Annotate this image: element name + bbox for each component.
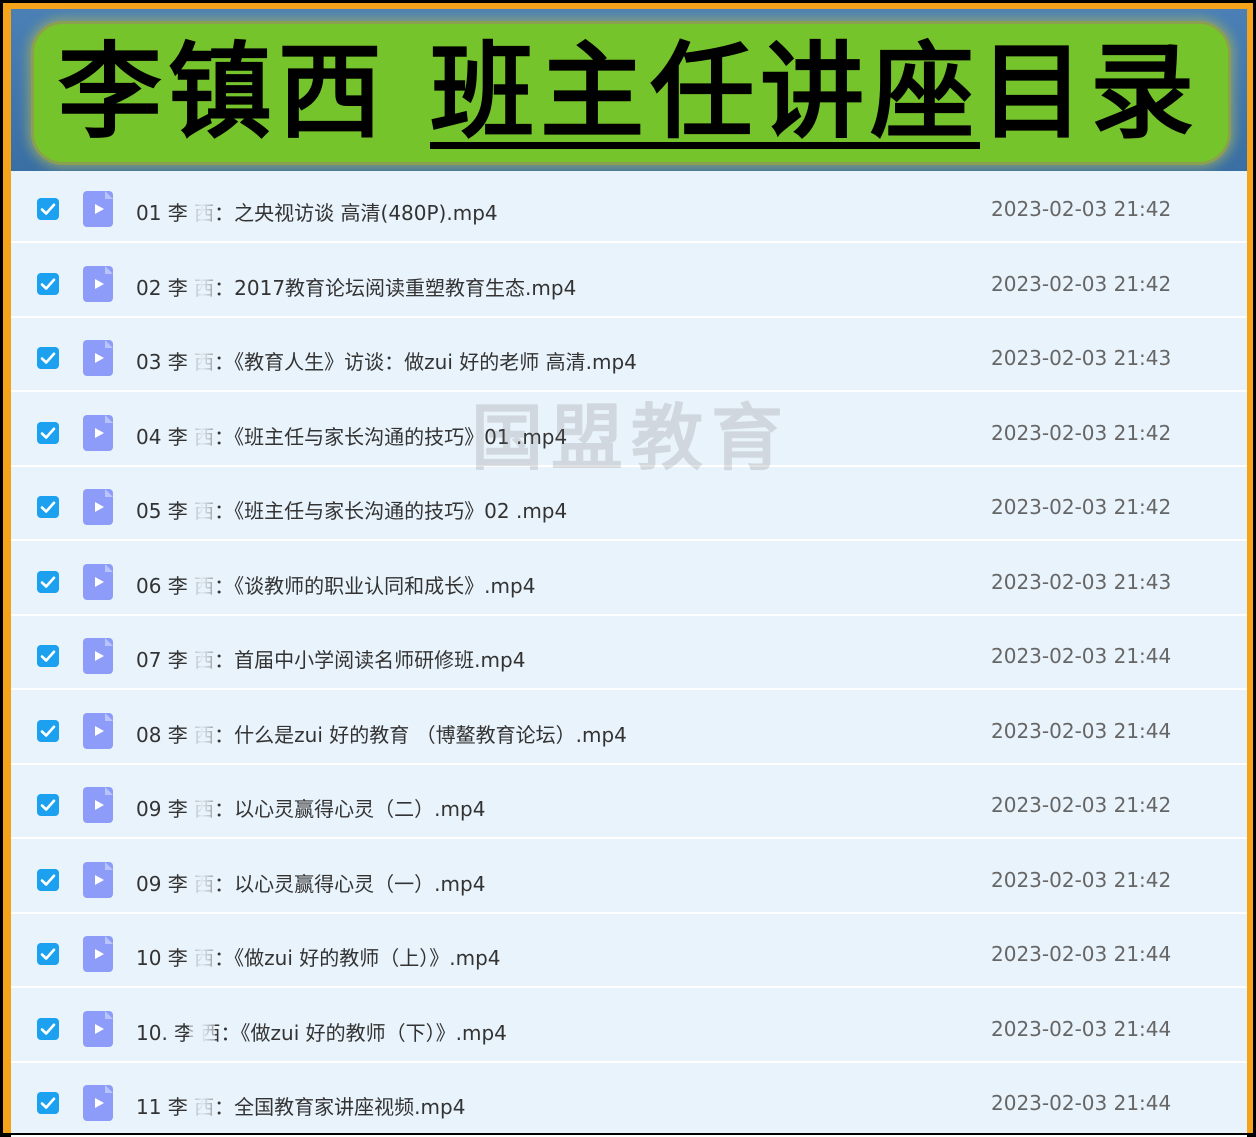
blur-mask [189,336,215,378]
blur-mask [189,634,215,676]
page-title: 李镇西 班主任讲座目录 [11,27,1247,157]
file-row[interactable]: 02 李 西：2017教育论坛阅读重塑教育生态.mp4 2023-02-03 21… [11,246,1247,318]
checkbox-checked[interactable] [37,272,59,295]
checkbox-checked[interactable] [37,421,59,444]
file-date: 2023-02-03 21:44 [991,1091,1172,1115]
blur-mask [189,857,215,900]
file-date: 2023-02-03 21:44 [991,644,1172,668]
video-file-icon [83,191,113,227]
file-date: 2023-02-03 21:42 [991,271,1172,296]
watermark: 国盟教育 [471,396,792,480]
file-date: 2023-02-03 21:44 [991,942,1172,966]
file-row[interactable]: 09 李 西：以心灵赢得心灵（一）.mp4 2023-02-03 21:42 [11,842,1247,914]
title-suffix: 目录 [980,31,1201,153]
video-file-icon [83,1085,113,1121]
file-row[interactable]: 01 李 西：之央视访谈 高清(480P).mp4 2023-02-03 21:4… [11,171,1247,243]
file-row[interactable]: 07 李 西：首届中小学阅读名师研修班.mp4 2023-02-03 21:44 [11,618,1247,690]
checkbox-checked[interactable] [37,645,59,667]
video-file-icon [83,638,113,674]
blur-mask [189,932,215,974]
video-file-icon [83,340,113,376]
blur-mask [189,485,215,527]
title-underlined: 班主任讲座 [430,31,981,153]
file-date: 2023-02-03 21:42 [991,867,1172,892]
blur-mask [189,783,215,825]
video-file-icon [83,489,113,525]
blur-mask [189,1006,215,1049]
file-row[interactable]: 10. 李 西：《做zui 好的教师（下）》.mp4 2023-02-03 21:… [11,991,1247,1063]
file-row[interactable]: 09 李 西：以心灵赢得心灵（二）.mp4 2023-02-03 21:42 [11,767,1247,839]
file-date: 2023-02-03 21:42 [991,793,1172,817]
video-file-icon [83,265,113,302]
video-file-icon [83,1010,113,1047]
file-list: 01 李 西：之央视访谈 高清(480P).mp4 2023-02-03 21:4… [11,171,1247,1137]
file-date: 2023-02-03 21:44 [991,1016,1172,1041]
file-row[interactable]: 08 李 西：什么是zui 好的教育 （博鳌教育论坛）.mp4 2023-02-0… [11,693,1247,765]
file-row[interactable]: 10 李 西：《做zui 好的教师（上）》.mp4 2023-02-03 21:4… [11,916,1247,988]
video-file-icon [83,563,113,600]
file-date: 2023-02-03 21:44 [991,718,1172,743]
blur-mask [189,410,215,453]
checkbox-checked[interactable] [37,1092,59,1114]
content-area: 李镇西 班主任讲座目录 01 李 西：之央视访谈 高清(480P).mp4 202… [11,9,1247,1137]
checkbox-checked[interactable] [37,1017,59,1040]
checkbox-checked[interactable] [37,347,59,369]
file-date: 2023-02-03 21:43 [991,569,1172,594]
video-file-icon [83,861,113,898]
file-date: 2023-02-03 21:43 [991,346,1172,370]
checkbox-checked[interactable] [37,198,59,220]
blur-mask [189,261,215,304]
video-file-icon [83,936,113,972]
title-author: 李镇西 [57,31,431,153]
checkbox-checked[interactable] [37,496,59,518]
image-frame: 李镇西 班主任讲座目录 01 李 西：之央视访谈 高清(480P).mp4 202… [0,0,1256,1137]
blur-mask [189,559,215,602]
checkbox-checked[interactable] [37,570,59,593]
title-banner: 李镇西 班主任讲座目录 [11,9,1247,171]
file-date: 2023-02-03 21:42 [991,420,1172,445]
video-file-icon [83,787,113,823]
video-file-icon [83,712,113,749]
file-date: 2023-02-03 21:42 [991,197,1172,221]
file-row[interactable]: 06 李 西：《谈教师的职业认同和成长》.mp4 2023-02-03 21:43 [11,544,1247,616]
file-name[interactable]: 11 李 西：全国教育家讲座视频.mp4 [136,1091,465,1120]
checkbox-checked[interactable] [37,943,59,965]
video-file-icon [83,414,113,451]
blur-mask [189,708,215,751]
checkbox-checked[interactable] [37,868,59,891]
file-date: 2023-02-03 21:42 [991,495,1172,519]
blur-mask [189,187,215,229]
checkbox-checked[interactable] [37,794,59,816]
blur-mask [189,1081,215,1123]
file-row[interactable]: 11 李 西：全国教育家讲座视频.mp4 2023-02-03 21:44 [11,1065,1247,1137]
checkbox-checked[interactable] [37,719,59,742]
